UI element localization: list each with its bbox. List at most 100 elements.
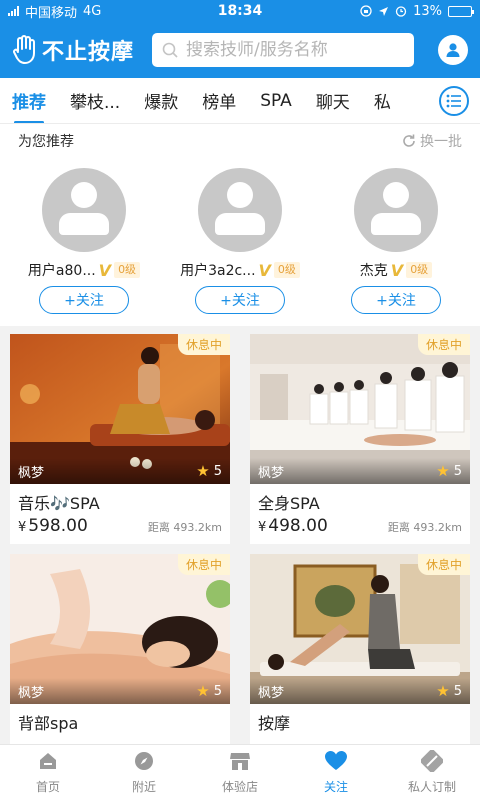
location-icon [379,6,389,16]
custom-icon [420,749,444,775]
verified-icon: V [390,260,404,280]
service-title: 按摩 [258,714,291,733]
app-screen: 中国移动 4G 18:34 13% 不止按摩 推荐攀枝...爆款榜单SPA聊天私 [0,0,480,800]
category-menu-button[interactable] [428,78,480,123]
heart-icon [324,750,348,775]
app-logo: 不止按摩 [12,34,144,66]
compass-icon [133,750,155,775]
category-tabs: 推荐 攀枝... 爆款 榜单 SPA 聊天私 [0,78,480,124]
rating-value: 5 [213,683,222,699]
rating-value: 5 [453,683,462,699]
recommend-title: 为您推荐 [18,134,74,150]
recommended-user: 用户3a2c... V 0级 +关注 [165,158,315,314]
app-name: 不止按摩 [42,40,135,65]
avatar-head [71,182,97,208]
service-photo: 休息中枫梦 ★ 5 [10,334,230,484]
recommended-user: 用户a80... V 0级 +关注 [9,158,159,314]
avatar-head [383,182,409,208]
search-box[interactable] [152,33,414,67]
alarm-icon [395,6,407,17]
tab-item[interactable]: 聊天 [304,78,362,123]
level-badge: 0级 [406,262,433,278]
status-badge: 休息中 [177,554,230,575]
tab-item[interactable]: 攀枝... [58,78,132,123]
service-title: 全身SPA [258,494,320,513]
nav-item[interactable]: 首页 [0,745,96,800]
search-input[interactable] [186,40,396,60]
distance-label: 距离 493.2km [387,521,462,534]
tab-item[interactable]: 爆款 [132,78,190,123]
shop-name: 枫梦 [18,465,45,481]
star-icon: ★ [436,682,450,700]
refresh-icon [403,134,415,147]
nav-label: 附近 [131,780,156,794]
avatar[interactable] [354,168,438,252]
service-price: ¥598.00 [18,516,88,536]
nav-label: 私人订制 [407,780,456,794]
verified-icon: V [98,260,112,280]
carrier-label: 中国移动 [25,5,78,21]
currency-symbol: ¥ [18,520,27,535]
shop-name: 枫梦 [258,465,285,481]
star-icon: ★ [436,462,450,480]
star-icon: ★ [196,682,210,700]
service-photo: 休息中 枫梦 ★ 5 [250,334,470,484]
service-card[interactable]: 休息中 枫梦 ★ 5 背部spa [10,554,230,754]
nav-item[interactable]: 附近 [96,745,192,800]
app-header: 不止按摩 [0,22,480,78]
recommend-section: 为您推荐 换一批 用户a80... V 0级 +关注 用户3a2c... V 0级 +关注 杰克… [0,124,480,326]
level-badge: 0级 [273,262,300,278]
avatar-body [215,213,265,235]
avatar-body [371,213,421,235]
avatar[interactable] [42,168,126,252]
search-icon [162,42,178,58]
service-photo: 休息中 枫梦 ★ 5 [10,554,230,704]
distance-label: 距离 493.2km [147,521,222,534]
nav-item[interactable]: 体验店 [192,745,288,800]
verified-icon: V [258,260,271,280]
tab-item[interactable]: 榜单 [190,78,248,123]
status-badge: 休息中 [417,334,470,355]
refresh-button[interactable]: 换一批 [401,131,462,151]
bottom-nav: 首页 附近 体验店 关注 私人订制 [0,744,480,800]
service-photo: 休息中 枫梦 ★ 5 [250,554,470,704]
lock-rotation-icon [360,5,372,17]
tab-item[interactable]: 推荐 [0,78,58,123]
recommended-user: 杰克 V 0级 +关注 [321,158,471,314]
service-title: 音乐🎶SPA [18,494,100,513]
follow-button[interactable]: +关注 [195,286,285,314]
avatar-body [59,213,109,235]
avatar-head [227,182,253,208]
service-card[interactable]: 休息中 枫梦 ★ 5 按摩 [250,554,470,754]
profile-button[interactable] [438,35,468,65]
battery-icon [448,5,474,17]
hand-logo-icon [13,35,35,64]
price-value: 498.00 [268,516,328,536]
avatar[interactable] [198,168,282,252]
battery-percent: 13% [413,3,442,19]
follow-button[interactable]: +关注 [351,286,441,314]
nav-label: 首页 [35,780,60,794]
status-badge: 休息中 [177,334,230,355]
tab-item[interactable]: SPA [248,78,304,123]
level-badge: 0级 [114,262,141,278]
tab-item[interactable]: 私 [362,78,403,123]
nav-label: 体验店 [221,780,258,794]
user-name: 用户3a2c... [180,263,256,279]
refresh-label: 换一批 [420,134,462,150]
user-icon [446,43,460,57]
nav-item[interactable]: 关注 [288,745,384,800]
service-card[interactable]: 休息中 枫梦 ★ 5 全身SPA ¥498.00 距离 493.2km [250,334,470,544]
follow-button[interactable]: +关注 [39,286,129,314]
star-icon: ★ [196,462,210,480]
currency-symbol: ¥ [258,520,267,535]
home-icon [37,750,59,775]
nav-item[interactable]: 私人订制 [384,745,480,800]
store-icon [228,750,252,775]
rating-value: 5 [213,463,222,479]
status-bar: 中国移动 4G 18:34 13% [0,0,480,22]
service-title: 背部spa [18,714,79,733]
nav-label: 关注 [323,780,348,794]
user-name: 杰克 [359,263,388,279]
service-card[interactable]: 休息中枫梦 ★ 5 音乐🎶SPA ¥598.00 距离 493.2km [10,334,230,544]
